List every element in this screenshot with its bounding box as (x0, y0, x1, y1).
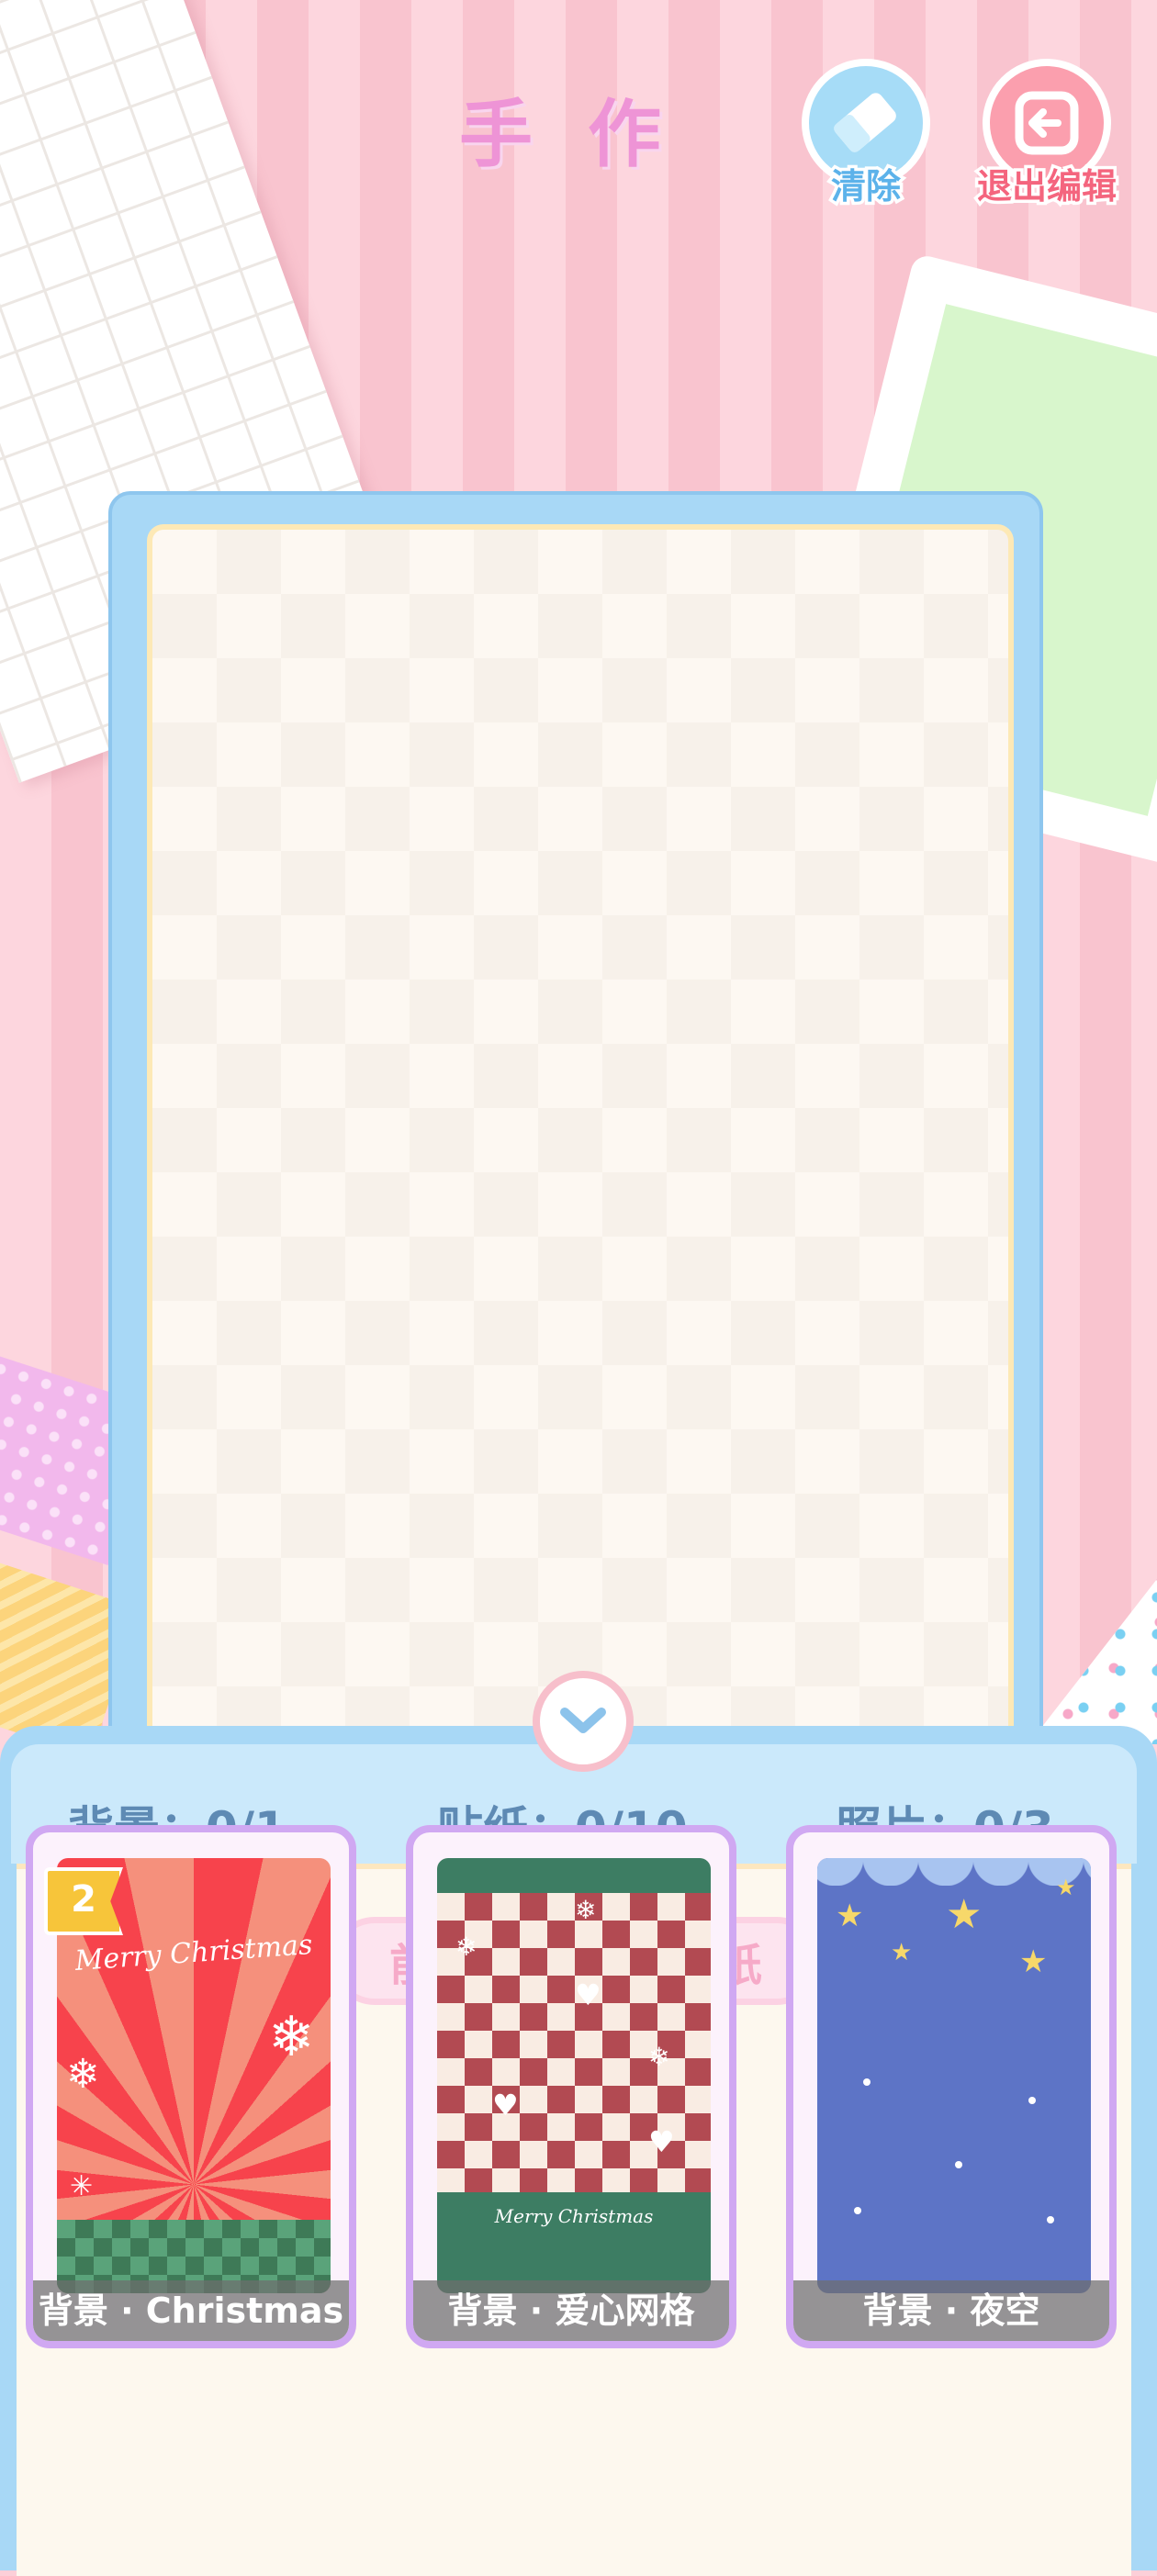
snowflake-icon: ❄ (455, 1932, 477, 1962)
heart-grid-art-text: Merry Christmas (494, 2205, 654, 2227)
snowflake-icon: ❄ (66, 2051, 100, 2098)
clear-button[interactable]: 清除 (797, 59, 935, 210)
snowflake-icon: ❄ (268, 2005, 315, 2069)
background-card-christmas[interactable]: 2 Merry Christmas ❄ ❄ ✳ 背景 · Christmas (26, 1825, 356, 2348)
card-caption: 背景 · 夜空 (793, 2280, 1109, 2341)
star-dot (854, 2207, 861, 2214)
collapse-panel-button[interactable] (533, 1671, 634, 1772)
cloud-border (817, 1858, 1091, 1886)
star-icon: ★ (836, 1898, 864, 1934)
heart-icon: ♥ (648, 2124, 675, 2159)
snowflake-icon: ❄ (648, 2042, 670, 2072)
snowflake-icon: ✳ (70, 2170, 94, 2202)
star-dot (1028, 2097, 1036, 2104)
editing-canvas[interactable] (147, 524, 1014, 1846)
star-icon: ★ (946, 1891, 983, 1938)
heart-grid-thumbnail: ♥ ♥ ♥ ❄ ❄ ❄ Merry Christmas (437, 1858, 711, 2293)
heart-icon: ♥ (575, 1977, 601, 2012)
snowflake-icon: ❄ (575, 1895, 597, 1925)
star-icon: ★ (1056, 1875, 1076, 1900)
background-card-heart-grid[interactable]: ♥ ♥ ♥ ❄ ❄ ❄ Merry Christmas 背景 · 爱心网格 (406, 1825, 736, 2348)
exit-edit-button[interactable]: 退出编辑 (955, 59, 1139, 210)
night-sky-thumbnail: ★ ★ ★ ★ ★ (817, 1858, 1091, 2293)
star-dot (1047, 2216, 1054, 2223)
page-title: 手作 (459, 92, 716, 177)
star-dot (955, 2161, 962, 2168)
star-dot (863, 2078, 871, 2086)
christmas-art-text: Merry Christmas (73, 1929, 314, 1977)
editing-canvas-frame (108, 491, 1043, 1850)
top-bar (437, 1858, 711, 1893)
star-icon: ★ (1019, 1943, 1048, 1980)
card-caption: 背景 · 爱心网格 (413, 2280, 729, 2341)
card-caption: 背景 · Christmas (33, 2280, 349, 2341)
background-card-night-sky[interactable]: ★ ★ ★ ★ ★ 背景 · 夜空 (786, 1825, 1117, 2348)
star-icon: ★ (891, 1939, 913, 1966)
chevron-down-icon (560, 1708, 606, 1733)
heart-icon: ♥ (492, 2088, 519, 2122)
clear-label: 清除 (827, 163, 904, 210)
exit-label: 退出编辑 (973, 163, 1119, 210)
